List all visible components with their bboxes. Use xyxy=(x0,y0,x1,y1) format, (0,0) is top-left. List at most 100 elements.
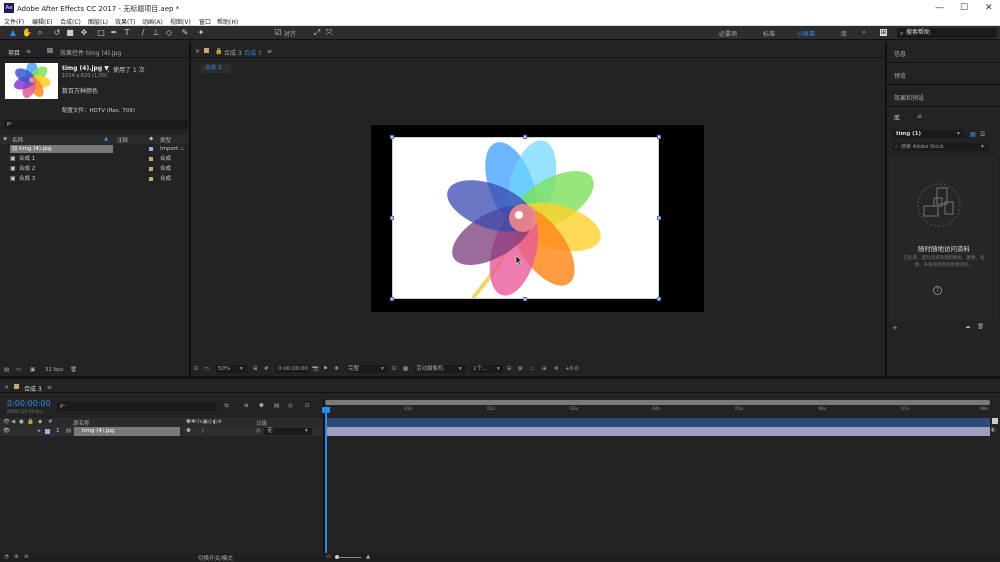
help-search-input[interactable]: 搜索帮助 xyxy=(897,28,997,38)
shy-switch-icon[interactable]: ⚉ xyxy=(186,428,191,434)
lock-icon[interactable]: 🔒 xyxy=(215,48,222,55)
toggle-switches-modes[interactable]: 切换开关/模式 xyxy=(198,554,233,562)
add-icon[interactable]: + xyxy=(892,324,898,332)
cloud-sync-icon[interactable]: ☁ xyxy=(965,324,971,330)
reset-exposure-icon[interactable]: ✲ xyxy=(554,366,559,372)
zoom-out-icon[interactable]: ▭ xyxy=(326,554,331,560)
region-of-interest-icon[interactable]: ⊡ xyxy=(392,366,397,372)
flowchart-icon[interactable]: ⊞ xyxy=(542,366,547,372)
align-checkbox-icon[interactable]: ☑ xyxy=(273,28,283,38)
section-info[interactable]: 信息 xyxy=(894,49,906,58)
project-search-input[interactable]: ρ- xyxy=(4,120,188,129)
name-column-header[interactable]: 名称 xyxy=(12,136,23,144)
timeline-menu-icon[interactable]: ≡ xyxy=(47,384,52,391)
layer-duration-bar[interactable] xyxy=(325,427,990,436)
menu-view[interactable]: 视图(V) xyxy=(170,17,191,26)
timeline-timecode[interactable]: 0:00:00:00 xyxy=(7,399,51,408)
color-channel-icon[interactable]: ❖ xyxy=(334,366,339,372)
workspace-libraries[interactable]: 库 xyxy=(841,29,847,38)
label-color-icon[interactable] xyxy=(149,157,153,161)
transform-handle[interactable] xyxy=(390,135,394,139)
stock-search-input[interactable]: 搜索 Adobe Stock xyxy=(893,143,989,151)
shy-layers-icon[interactable]: ⚉ xyxy=(259,403,264,409)
menu-composition[interactable]: 合成(C) xyxy=(60,17,81,26)
table-row[interactable]: 👁 ▸ 1 ▤ timg (4).jpg ⚉ / ◎ 无 ▾ xyxy=(0,427,323,436)
menu-animation[interactable]: 动画(A) xyxy=(142,17,163,26)
search-toggle-icon[interactable]: ⊞ xyxy=(880,29,888,36)
menu-effect[interactable]: 效果(T) xyxy=(115,17,135,26)
current-time-display[interactable]: 0:00:00:00 xyxy=(276,365,309,373)
chevron-down-icon[interactable]: ▾ xyxy=(240,366,243,372)
snapshot-icon[interactable]: 📷 xyxy=(312,366,319,372)
video-eye-icon[interactable]: 👁 xyxy=(3,428,10,434)
help-icon[interactable]: ? xyxy=(933,286,942,295)
tab-composition[interactable]: 合成 3 xyxy=(244,48,262,57)
menu-edit[interactable]: 编辑(E) xyxy=(32,17,52,26)
workspace-standard[interactable]: 标准 xyxy=(763,29,775,38)
composition-tab-prefix[interactable]: 合成 3 xyxy=(224,48,242,57)
delete-icon[interactable]: 🗑 xyxy=(977,324,984,330)
monitor-icon[interactable]: ▭ xyxy=(204,366,209,372)
time-ruler[interactable]: 0s 01s 02s 03s 04s 05s 06s 07s 08s xyxy=(325,407,990,415)
libraries-menu-icon[interactable]: ≡ xyxy=(917,113,922,120)
close-tab-icon[interactable]: × xyxy=(4,384,9,391)
playhead-handle[interactable] xyxy=(322,407,330,413)
composition-mini-flowchart-icon[interactable]: ⇆ xyxy=(224,403,229,409)
chevron-down-icon[interactable]: ▾ xyxy=(957,131,960,137)
list-view-icon[interactable]: ☰ xyxy=(980,131,985,138)
menu-file[interactable]: 文件(F) xyxy=(4,17,24,26)
zoom-slider-handle[interactable] xyxy=(335,555,339,559)
sort-ascending-icon[interactable]: ▲ xyxy=(104,136,108,142)
close-tab-icon[interactable]: × xyxy=(195,48,200,55)
show-snapshot-icon[interactable]: ⚑ xyxy=(323,366,328,372)
transfer-controls-icon[interactable]: ⊖ xyxy=(24,554,29,560)
new-folder-icon[interactable]: ▭ xyxy=(16,367,21,373)
layer-image[interactable] xyxy=(392,137,659,299)
roto-brush-tool-icon[interactable]: ✎ xyxy=(180,28,190,38)
new-composition-icon[interactable]: ▣ xyxy=(30,367,35,373)
zoom-slider[interactable] xyxy=(336,557,361,558)
rectangle-tool-icon[interactable]: □ xyxy=(96,28,106,38)
parent-pickwhip-icon[interactable]: ◎ xyxy=(256,428,261,434)
transform-handle[interactable] xyxy=(657,135,661,139)
transform-handle[interactable] xyxy=(657,216,661,220)
project-item[interactable]: ▣ 合成 3 合成 xyxy=(0,174,188,184)
comment-column-header[interactable]: 注释 xyxy=(117,136,128,144)
zoom-in-icon[interactable]: ▲ xyxy=(366,554,370,560)
close-icon[interactable]: ✕ xyxy=(985,3,993,13)
transform-handle[interactable] xyxy=(390,297,394,301)
transform-handle[interactable] xyxy=(523,297,527,301)
label-color-icon[interactable] xyxy=(45,429,50,434)
label-color-icon[interactable] xyxy=(149,147,153,151)
label-color-icon[interactable] xyxy=(149,167,153,171)
maximize-icon[interactable]: ☐ xyxy=(960,3,968,13)
library-dropdown[interactable]: timg (1) xyxy=(893,130,965,138)
chevron-down-icon[interactable]: ▾ xyxy=(381,366,384,372)
render-time-icon[interactable]: ◔ xyxy=(4,554,9,560)
exposure-value[interactable]: +0.0 xyxy=(565,366,578,372)
frame-blending-icon[interactable]: ▤ xyxy=(274,403,279,409)
snap-icon[interactable]: ⤢ xyxy=(312,28,322,38)
camera-tool-icon[interactable]: ■ xyxy=(65,28,75,38)
menu-help[interactable]: 帮助(H) xyxy=(217,17,238,26)
chevron-down-icon[interactable]: ▾ xyxy=(305,428,308,434)
section-libraries[interactable]: 库 xyxy=(894,113,900,122)
layer-end-icon[interactable]: ◐ xyxy=(991,427,996,433)
project-item[interactable]: ▤ timg (4).jpg Import ⛬ xyxy=(0,144,188,154)
delete-icon[interactable]: 🗑 xyxy=(70,367,77,373)
project-item[interactable]: ▣ 合成 1 合成 xyxy=(0,154,188,164)
quality-switch-icon[interactable]: / xyxy=(202,428,204,434)
project-item[interactable]: ▣ 合成 2 合成 xyxy=(0,164,188,174)
transform-handle[interactable] xyxy=(523,135,527,139)
pen-tool-icon[interactable]: ✒ xyxy=(109,28,119,38)
comp-breadcrumb[interactable]: 合成 3 xyxy=(201,64,231,73)
transform-handle[interactable] xyxy=(390,216,394,220)
work-area-bar[interactable] xyxy=(325,400,990,405)
tab-effects-controls[interactable]: 效果控件 timg (4).jpg xyxy=(60,48,121,57)
chevron-down-icon[interactable]: ▾ xyxy=(981,144,984,150)
menu-layer[interactable]: 图层(L) xyxy=(88,17,108,26)
parent-header[interactable]: 父级 xyxy=(256,419,267,427)
expand-panes-icon[interactable]: ⊕ xyxy=(14,554,19,560)
section-effects-presets[interactable]: 效果和预设 xyxy=(894,93,924,102)
type-column-header[interactable]: 类型 xyxy=(160,136,171,144)
